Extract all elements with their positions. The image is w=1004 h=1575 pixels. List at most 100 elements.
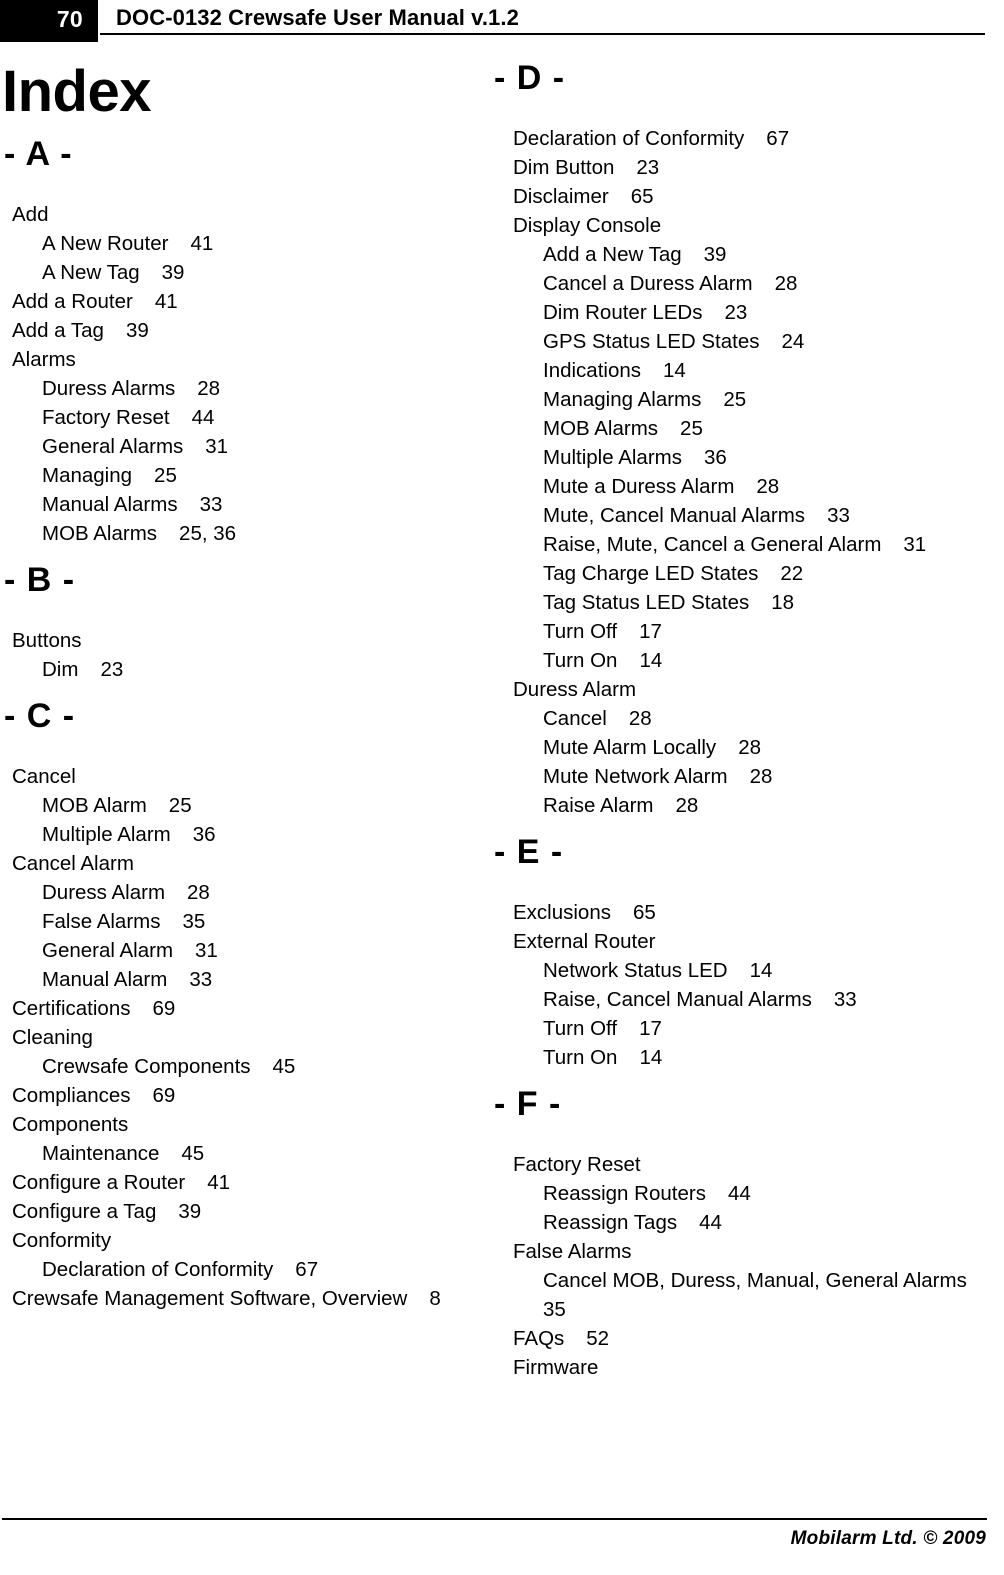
index-entry[interactable]: Cancel MOB, Duress, Manual, General Alar… [543, 1266, 1000, 1324]
index-entry-list: Declaration of Conformity 67 Dim Button 23 D… [490, 100, 1000, 820]
index-entry[interactable]: MOB Alarm 25 [42, 791, 470, 820]
index-entry-page: 25 [168, 794, 192, 817]
index-entry[interactable]: Disclaimer 65 [513, 182, 1000, 211]
page-title: Index [2, 59, 152, 124]
index-entry[interactable]: A New Tag 39 [42, 258, 470, 287]
index-entry-page: 39 [125, 319, 149, 342]
index-entry[interactable]: Declaration of Conformity 67 [42, 1255, 470, 1284]
index-entry[interactable]: Components [12, 1110, 470, 1139]
index-entry[interactable]: Configure a Router 41 [12, 1168, 470, 1197]
index-entry[interactable]: Factory Reset [513, 1150, 1000, 1179]
index-entry[interactable]: Mute a Duress Alarm 28 [543, 472, 1000, 501]
index-entry-label: Mute Network Alarm [543, 765, 728, 788]
index-entry-label: Crewsafe Components [42, 1055, 251, 1078]
index-entry-label: Declaration of Conformity [42, 1258, 274, 1281]
index-entry[interactable]: GPS Status LED States 24 [543, 327, 1000, 356]
index-entry[interactable]: FAQs 52 [513, 1324, 1000, 1353]
index-entry[interactable]: Indications 14 [543, 356, 1000, 385]
index-entry-page: 22 [780, 562, 804, 585]
index-entry[interactable]: Duress Alarm [513, 675, 1000, 704]
index-entry-page: 33 [827, 504, 850, 527]
index-entry[interactable]: Display Console [513, 211, 1000, 240]
index-entry[interactable]: Exclusions 65 [513, 898, 1000, 927]
index-entry-page: 14 [663, 359, 686, 382]
index-entry[interactable]: Factory Reset 44 [42, 403, 470, 432]
index-entry[interactable]: Multiple Alarm 36 [42, 820, 470, 849]
index-entry[interactable]: Crewsafe Management Software, Overview 8 [12, 1284, 470, 1313]
index-entry[interactable]: Add a Tag 39 [12, 316, 470, 345]
index-entry-label: Raise, Mute, Cancel a General Alarm [543, 533, 882, 556]
index-entry[interactable]: General Alarms 31 [42, 432, 470, 461]
index-entry[interactable]: Buttons [12, 626, 470, 655]
index-entry[interactable]: Reassign Routers 44 [543, 1179, 1000, 1208]
index-entry[interactable]: Manual Alarms 33 [42, 490, 470, 519]
index-entry-label: Duress Alarm [513, 678, 637, 701]
index-entry[interactable]: Mute Network Alarm 28 [543, 762, 1000, 791]
index-entry[interactable]: A New Router 41 [42, 229, 470, 258]
index-entry[interactable]: Turn On 14 [543, 1043, 1000, 1072]
index-entry-page: 25 [154, 464, 177, 487]
index-entry[interactable]: Dim 23 [42, 655, 470, 684]
index-entry[interactable]: Network Status LED 14 [543, 956, 1000, 985]
index-entry[interactable]: Raise Alarm 28 [543, 791, 1000, 820]
index-entry-label: A New Router [42, 232, 169, 255]
index-entry[interactable]: External Router [513, 927, 1000, 956]
index-entry[interactable]: Turn Off 17 [543, 1014, 1000, 1043]
index-entry[interactable]: Certifications 69 [12, 994, 470, 1023]
index-entry-label: Raise, Cancel Manual Alarms [543, 988, 812, 1011]
index-entry-label: FAQs [513, 1327, 565, 1350]
index-entry[interactable]: Tag Charge LED States 22 [543, 559, 1000, 588]
index-entry-page: 39 [161, 261, 185, 284]
index-entry[interactable]: Reassign Tags 44 [543, 1208, 1000, 1237]
index-entry-page: 31 [195, 939, 218, 962]
index-entry[interactable]: Cancel a Duress Alarm 28 [543, 269, 1000, 298]
index-entry[interactable]: Dim Router LEDs 23 [543, 298, 1000, 327]
index-entry[interactable]: Cancel 28 [543, 704, 1000, 733]
index-entry-label: Cancel [543, 707, 607, 730]
index-entry[interactable]: Tag Status LED States 18 [543, 588, 1000, 617]
index-entry[interactable]: Firmware [513, 1353, 1000, 1382]
index-entry[interactable]: Cancel [12, 762, 470, 791]
index-entry[interactable]: Mute, Cancel Manual Alarms 33 [543, 501, 1000, 530]
index-entry[interactable]: Managing 25 [42, 461, 470, 490]
index-entry[interactable]: Declaration of Conformity 67 [513, 124, 1000, 153]
index-section-letter: - B - [4, 561, 76, 599]
index-entry[interactable]: Mute Alarm Locally 28 [543, 733, 1000, 762]
document-title: DOC-0132 Crewsafe User Manual v.1.2 [116, 5, 519, 30]
index-entry-label: Cancel Alarm [12, 852, 134, 875]
index-entry[interactable]: Configure a Tag 39 [12, 1197, 470, 1226]
index-entry-page: 28 [756, 475, 780, 498]
index-entry[interactable]: Add a Router 41 [12, 287, 470, 316]
index-entry[interactable]: Duress Alarms 28 [42, 374, 470, 403]
index-entry[interactable]: Raise, Mute, Cancel a General Alarm 31 [543, 530, 1000, 559]
index-entry[interactable]: Cleaning [12, 1023, 470, 1052]
index-entry-page: 41 [154, 290, 178, 313]
index-entry[interactable]: Alarms [12, 345, 470, 374]
page-number: 70 [56, 6, 83, 32]
index-entry-page: 23 [724, 301, 748, 324]
index-entry[interactable]: Duress Alarm 28 [42, 878, 470, 907]
index-entry[interactable]: Turn On 14 [543, 646, 1000, 675]
index-entry[interactable]: Cancel Alarm [12, 849, 470, 878]
index-entry[interactable]: Add a New Tag 39 [543, 240, 1000, 269]
index-entry-label: Exclusions [513, 901, 611, 924]
index-entry[interactable]: Manual Alarm 33 [42, 965, 470, 994]
index-entry[interactable]: Crewsafe Components 45 [42, 1052, 470, 1081]
index-entry-label: Certifications [12, 997, 131, 1020]
index-entry[interactable]: Conformity [12, 1226, 470, 1255]
index-entry[interactable]: Raise, Cancel Manual Alarms 33 [543, 985, 1000, 1014]
index-column-right: - D - Declaration of Conformity 67 Dim Butt… [490, 60, 1000, 1382]
index-entry[interactable]: Add [12, 200, 470, 229]
index-entry[interactable]: Managing Alarms 25 [543, 385, 1000, 414]
index-entry[interactable]: MOB Alarms 25, 36 [42, 519, 470, 548]
index-entry[interactable]: MOB Alarms 25 [543, 414, 1000, 443]
index-entry[interactable]: Maintenance 45 [42, 1139, 470, 1168]
index-entry[interactable]: False Alarms [513, 1237, 1000, 1266]
index-entry[interactable]: False Alarms 35 [42, 907, 470, 936]
index-entry[interactable]: General Alarm 31 [42, 936, 470, 965]
index-entry[interactable]: Multiple Alarms 36 [543, 443, 1000, 472]
index-entry[interactable]: Dim Button 23 [513, 153, 1000, 182]
index-entry[interactable]: Compliances 69 [12, 1081, 470, 1110]
index-entry-label: Factory Reset [513, 1153, 641, 1176]
index-entry[interactable]: Turn Off 17 [543, 617, 1000, 646]
